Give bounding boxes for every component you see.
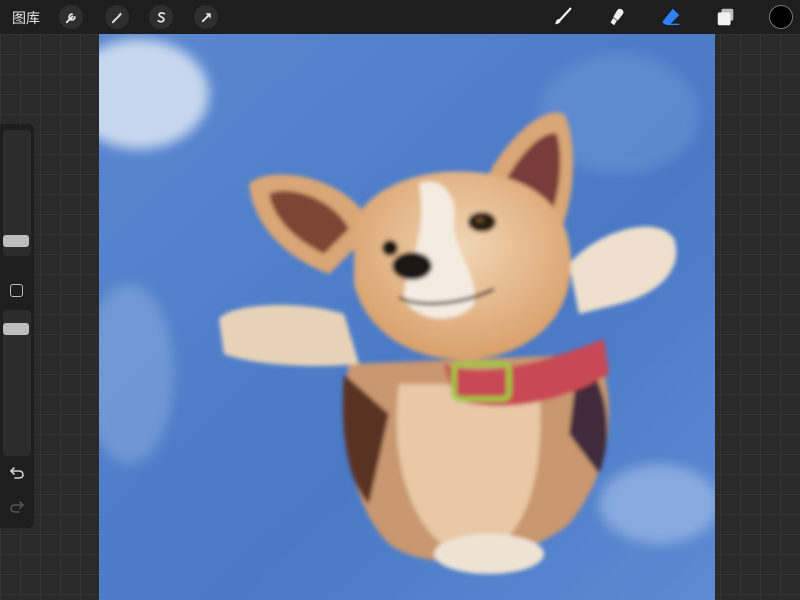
- redo-icon[interactable]: [8, 498, 26, 516]
- smudge-icon[interactable]: [604, 5, 628, 29]
- eraser-icon[interactable]: [659, 5, 683, 29]
- left-sidebar: [0, 124, 34, 528]
- corgi-tail-fluff: [434, 534, 544, 574]
- wrench-icon[interactable]: [59, 5, 83, 29]
- square-modify-icon[interactable]: [10, 284, 23, 297]
- drawing-canvas[interactable]: [99, 34, 715, 600]
- corgi-eye-left: [382, 240, 398, 256]
- brush-size-thumb[interactable]: [3, 235, 29, 247]
- brush-icon[interactable]: [551, 5, 575, 29]
- color-picker-swatch[interactable]: [769, 5, 793, 29]
- transform-arrow-icon[interactable]: [194, 5, 218, 29]
- undo-icon[interactable]: [8, 464, 26, 482]
- layers-icon[interactable]: [714, 5, 738, 29]
- cloud: [599, 464, 715, 544]
- gallery-button[interactable]: 图库: [12, 8, 40, 28]
- top-toolbar: 图库: [0, 0, 800, 34]
- opacity-thumb[interactable]: [3, 323, 29, 335]
- corgi-nose: [392, 252, 432, 280]
- magic-wand-icon[interactable]: [105, 5, 129, 29]
- corgi-left-paw: [219, 304, 359, 366]
- selection-s-icon[interactable]: [149, 5, 173, 29]
